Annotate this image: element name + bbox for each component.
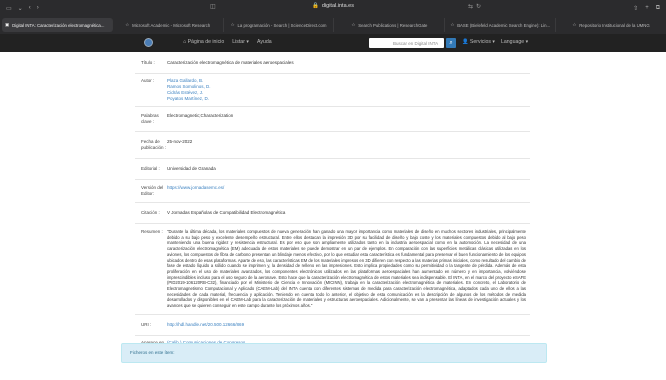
star-icon: ☆ [450,22,455,27]
row-abstract: Resumen : "Durante la última década, los… [135,224,530,315]
home-icon: ⌂ [183,39,187,45]
record-title: Caracterización electromagnética de mate… [167,60,294,65]
star-icon: ☆ [351,22,356,27]
keywords-label: Palabras clave : [141,113,159,124]
date-label: Fecha de publicación : [141,139,167,150]
tab-strip: ▣ Digital INTA: Caracterización electroma… [0,16,666,34]
row-date: Fecha de publicación : 25-nov-2022 [135,132,530,159]
page-content: Título : Caracterización electromagnétic… [0,53,666,380]
tab-sciencedirect[interactable]: ☆ La programación - Search | ScienceDirec… [224,18,335,32]
nav-list[interactable]: Listar ▾ [232,39,249,45]
shield-icon[interactable]: ◫ [210,3,216,10]
search-input[interactable]: Buscar en Digital INTA [369,38,444,48]
publisher-label: Editorial : [141,166,160,171]
version-label: Versión del Editor: [141,185,164,196]
new-tab-icon[interactable]: + [645,5,649,12]
chevron-down-icon: ▾ [246,39,249,45]
reload-icon[interactable]: ↻ [476,3,481,10]
publisher-value: Universidad de Granada [167,166,216,171]
abstract-label: Resumen : [141,229,163,234]
citation-value: V Jornadas Españolas de Compatibilidad E… [167,210,286,215]
star-icon: ☆ [230,22,235,27]
files-panel: Ficheros en este ítem: [121,343,547,363]
row-authors: Autor : Plaza Gallardo, B. Ramos Somolin… [135,74,530,107]
author-label: Autor : [141,78,155,83]
title-label: Título : [141,60,155,65]
citation-label: Citación : [141,210,160,215]
uri-label: URI : [141,321,152,327]
forward-icon[interactable]: › [37,5,39,11]
row-keywords: Palabras clave : Electromagnetic;Charact… [135,107,530,132]
item-record: Título : Caracterización electromagnétic… [135,53,530,362]
back-icon[interactable]: ‹ [29,5,31,11]
row-uri: URI : http://hdl.handle.net/20.500.12666… [135,315,530,336]
nav-services[interactable]: 👤 Servicios ▾ [462,39,495,45]
tab-researchgate[interactable]: ☆ Search Publications | ResearchGate [334,18,446,32]
user-icon: 👤 [462,39,469,45]
share-icon[interactable]: ⇧ [633,5,638,12]
version-link[interactable]: https://www.jornadasemc.es/ [167,185,224,190]
tab-base[interactable]: ☆ BASE (Bielefeld Academic Search Engine)… [445,18,557,32]
tab-microsoft-academic[interactable]: ☆ Microsoft Academic - Microsoft Research [113,18,224,32]
nav-help[interactable]: Ayuda [257,39,272,45]
nav-home[interactable]: ⌂ Página de inicio [183,39,224,45]
star-icon: ☆ [125,22,130,27]
tab-menu-icon[interactable]: ⌄ [18,5,23,12]
tab-digital-inta[interactable]: ▣ Digital INTA: Caracterización electroma… [2,18,113,32]
address-bar[interactable]: 🔒 digital.inta.es [312,3,354,9]
uri-link[interactable]: http://hdl.handle.net/20.500.12666/869 [167,322,244,327]
tab-favicon: ▣ [5,22,10,27]
date-value: 25-nov-2022 [167,139,193,144]
author-link[interactable]: Poyatos Martínez, D. [167,96,526,102]
chevron-down-icon: ▾ [525,39,529,45]
lock-icon: 🔒 [312,3,319,9]
chevron-down-icon: ▾ [492,39,496,45]
sidebar-toggle-icon[interactable]: ▭ [6,5,12,12]
search-icon: ⌕ [449,39,453,46]
translate-icon[interactable]: ⇆ [468,3,473,10]
browser-chrome: ▭ ⌄ ‹ › ◫ 🔒 digital.inta.es ⇆ ↻ ⇧ + ⧉ ▣ D… [0,0,666,34]
star-icon: ☆ [572,22,577,27]
site-navbar: ⌂ Página de inicio Listar ▾ Ayuda Buscar… [0,34,666,52]
tab-umng[interactable]: ☆ Repositorio Institucional de la UMNG [556,18,666,32]
row-title: Título : Caracterización electromagnétic… [135,53,530,74]
row-publisher: Editorial : Universidad de Granada [135,159,530,180]
row-citation: Citación : V Jornadas Españolas de Compa… [135,203,530,224]
browser-toolbar: ▭ ⌄ ‹ › ◫ 🔒 digital.inta.es ⇆ ↻ ⇧ + ⧉ [0,0,666,16]
keywords-value: Electromagnetic;Characterization [167,113,234,118]
address-text: digital.inta.es [321,3,354,9]
row-version: Versión del Editor: https://www.jornadas… [135,180,530,203]
search-button[interactable]: ⌕ [446,38,456,48]
inta-logo[interactable] [144,38,153,47]
files-heading: Ficheros en este ítem: [130,350,175,355]
nav-language[interactable]: Language ▾ [501,39,528,45]
abstract-text: "Durante la última década, los materiale… [167,229,526,309]
tab-overview-icon[interactable]: ⧉ [656,5,660,12]
